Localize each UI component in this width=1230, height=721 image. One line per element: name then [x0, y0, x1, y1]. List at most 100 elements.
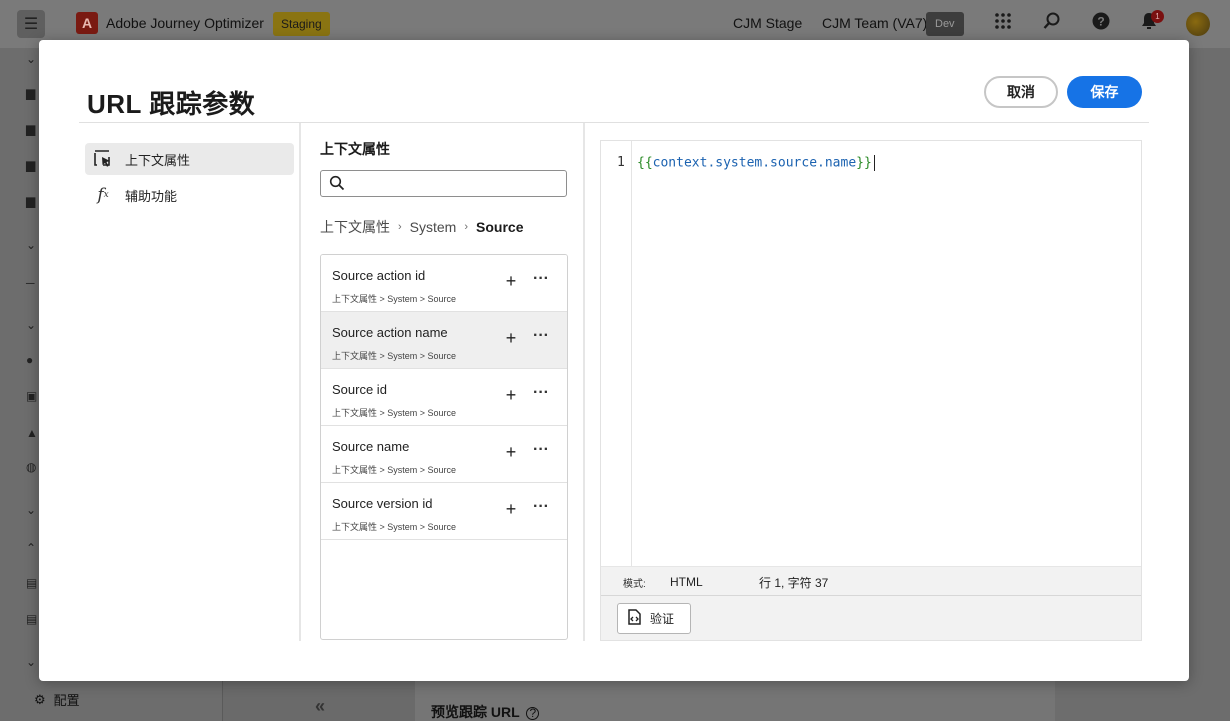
- sandbox-switcher[interactable]: CJM Stage: [733, 15, 802, 31]
- attribute-name: Source name: [332, 439, 410, 454]
- breadcrumb-item-current: Source: [476, 219, 524, 235]
- preview-tracking-url-label: 预览跟踪 URL ?: [431, 702, 540, 721]
- breadcrumb: 上下文属性 › System › Source: [320, 217, 524, 237]
- mode-label: 模式:: [623, 579, 646, 590]
- dialog-title: URL 跟踪参数: [87, 89, 256, 119]
- breadcrumb-item-context[interactable]: 上下文属性: [320, 217, 390, 237]
- search-icon: [329, 175, 345, 191]
- browser-title: 上下文属性: [320, 141, 390, 157]
- list-item[interactable]: Source action id 上下文属性 > System > Source…: [321, 255, 567, 312]
- more-icon[interactable]: ···: [530, 499, 552, 518]
- close-braces: }}: [856, 155, 872, 171]
- cancel-button[interactable]: 取消: [984, 76, 1058, 108]
- rail-item-icon[interactable]: ─: [26, 276, 40, 290]
- rail-item-icon[interactable]: ▲: [26, 426, 40, 440]
- url-tracking-dialog: URL 跟踪参数 取消 保存 上下文属性 fx 辅助功能 « 上下文属性 上下文…: [39, 40, 1189, 716]
- expression-editor[interactable]: 1 {{context.system.source.name}} 模式: HTM…: [600, 140, 1142, 641]
- nav-item-label: 上下文属性: [125, 152, 191, 168]
- breadcrumb-item-system[interactable]: System: [410, 219, 457, 235]
- validate-bar: 验证: [601, 595, 1141, 640]
- attribute-path: 上下文属性 > System > Source: [332, 294, 457, 304]
- avatar[interactable]: [1186, 12, 1210, 36]
- expression-text: context.system.source.name: [652, 155, 857, 171]
- help-icon[interactable]: ?: [1090, 12, 1112, 34]
- more-icon[interactable]: ···: [530, 328, 552, 347]
- org-badge: Dev: [926, 12, 964, 36]
- rail-item-icon[interactable]: ▆: [26, 122, 40, 136]
- org-switcher[interactable]: CJM Team (VA7): [822, 15, 927, 31]
- list-item[interactable]: Source action name 上下文属性 > System > Sour…: [321, 312, 567, 369]
- function-icon: fx: [97, 185, 109, 205]
- validate-label: 验证: [650, 612, 675, 626]
- chevron-down-icon[interactable]: ⌄: [26, 503, 40, 517]
- add-icon[interactable]: +: [502, 500, 520, 518]
- attribute-name: Source id: [332, 382, 387, 397]
- rail-item-icon[interactable]: ▤: [26, 612, 40, 626]
- line-number: 1: [617, 155, 625, 170]
- code-line[interactable]: {{context.system.source.name}}: [637, 155, 875, 171]
- expression-categories-nav: 上下文属性 fx 辅助功能 «: [79, 123, 325, 716]
- line-gutter: 1: [601, 141, 632, 566]
- add-icon[interactable]: +: [502, 386, 520, 404]
- save-button[interactable]: 保存: [1067, 76, 1142, 108]
- more-icon[interactable]: ···: [530, 442, 552, 461]
- attribute-path: 上下文属性 > System > Source: [332, 408, 457, 418]
- add-icon[interactable]: +: [502, 329, 520, 347]
- editor-status-bar: 模式: HTML 行 1, 字符 37: [601, 566, 1141, 595]
- add-icon[interactable]: +: [502, 272, 520, 290]
- search-input[interactable]: [351, 173, 561, 194]
- settings-label: 配置: [53, 693, 80, 708]
- adobe-logo-icon: A: [76, 12, 98, 34]
- collapse-panel-icon[interactable]: «: [315, 696, 325, 717]
- list-item[interactable]: Source version id 上下文属性 > System > Sourc…: [321, 483, 567, 540]
- rail-item-icon[interactable]: ●: [26, 353, 40, 367]
- preview-label-text: 预览跟踪 URL: [431, 704, 520, 720]
- validate-button[interactable]: 验证: [617, 603, 691, 634]
- attribute-name: Source action id: [332, 268, 426, 283]
- search-field[interactable]: [320, 170, 567, 197]
- menu-icon[interactable]: ☰: [17, 10, 45, 38]
- chevron-down-icon[interactable]: ⌄: [26, 52, 40, 66]
- environment-badge: Staging: [273, 12, 330, 36]
- apps-grid-icon[interactable]: [992, 12, 1014, 34]
- rail-item-icon[interactable]: ▣: [26, 389, 40, 403]
- rail-item-icon[interactable]: ⌃: [26, 541, 40, 555]
- search-icon[interactable]: [1041, 12, 1063, 34]
- nav-item-context-attributes[interactable]: 上下文属性: [85, 143, 294, 175]
- attribute-list: Source action id 上下文属性 > System > Source…: [320, 254, 568, 640]
- rail-item-icon[interactable]: ▆: [26, 86, 40, 100]
- attribute-browser: 上下文属性 上下文属性 › System › Source Source act…: [303, 123, 585, 641]
- notification-count-badge: 1: [1151, 10, 1164, 23]
- settings-nav-item[interactable]: ⚙ 配置: [34, 690, 80, 709]
- chevron-right-icon: ›: [398, 221, 402, 233]
- nav-item-label: 辅助功能: [125, 188, 178, 204]
- app-name: Adobe Journey Optimizer: [106, 15, 264, 31]
- nav-item-helper-functions[interactable]: fx 辅助功能: [85, 179, 294, 211]
- list-item[interactable]: Source id 上下文属性 > System > Source + ···: [321, 369, 567, 426]
- code-validate-icon: [628, 609, 641, 628]
- help-circle-icon[interactable]: ?: [526, 707, 540, 720]
- text-cursor: [873, 155, 875, 171]
- list-item[interactable]: Source name 上下文属性 > System > Source + ··…: [321, 426, 567, 483]
- attribute-name: Source action name: [332, 325, 448, 340]
- attribute-path: 上下文属性 > System > Source: [332, 351, 457, 361]
- cursor-select-icon: [93, 149, 113, 169]
- open-braces: {{: [637, 155, 653, 171]
- add-icon[interactable]: +: [502, 443, 520, 461]
- more-icon[interactable]: ···: [530, 271, 552, 290]
- chevron-down-icon[interactable]: ⌄: [26, 238, 40, 252]
- rail-item-icon[interactable]: ▤: [26, 576, 40, 590]
- more-icon[interactable]: ···: [530, 385, 552, 404]
- rail-item-icon[interactable]: ▆: [26, 158, 40, 172]
- attribute-name: Source version id: [332, 496, 433, 511]
- rail-item-icon[interactable]: ◍: [26, 460, 40, 474]
- svg-text:?: ?: [1097, 15, 1104, 29]
- rail-item-icon[interactable]: ▆: [26, 194, 40, 208]
- attribute-path: 上下文属性 > System > Source: [332, 522, 457, 532]
- cursor-position: 行 1, 字符 37: [759, 576, 829, 590]
- chevron-down-icon[interactable]: ⌄: [26, 318, 40, 332]
- chevron-down-icon[interactable]: ⌄: [26, 655, 40, 669]
- attribute-path: 上下文属性 > System > Source: [332, 465, 457, 475]
- mode-value: HTML: [670, 575, 703, 589]
- chevron-right-icon: ›: [464, 221, 469, 233]
